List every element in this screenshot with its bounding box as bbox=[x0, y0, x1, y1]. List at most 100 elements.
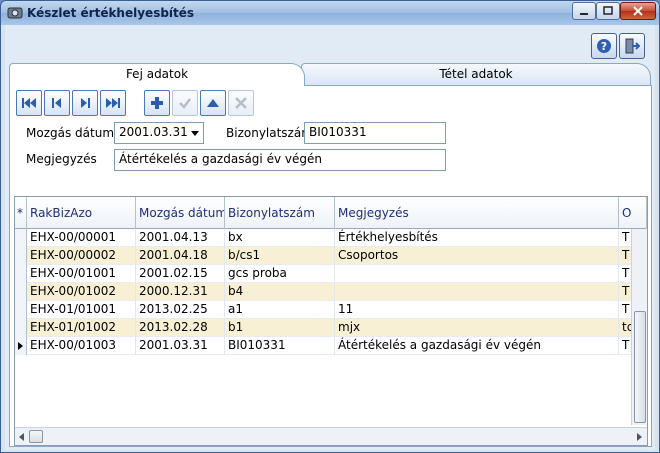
next-record-button[interactable] bbox=[72, 90, 98, 116]
column-header-rakbizazo[interactable]: RakBizAzo bbox=[27, 197, 136, 229]
client-area: ? Fej adatok Tétel adatok Mozgás dátuma … bbox=[5, 25, 655, 450]
add-icon bbox=[151, 97, 163, 109]
document-number-cell[interactable]: b4 bbox=[225, 283, 335, 301]
column-header-date[interactable]: Mozgás dátuma bbox=[136, 197, 225, 229]
scroll-left-icon[interactable] bbox=[19, 433, 24, 441]
rakbizazo-cell[interactable]: EHX-00/00001 bbox=[27, 229, 136, 247]
date-cell[interactable]: 2013.02.28 bbox=[136, 319, 225, 337]
tab-header-data[interactable]: Fej adatok bbox=[9, 63, 305, 86]
minimize-icon bbox=[580, 13, 588, 15]
horizontal-scrollbar[interactable] bbox=[15, 427, 647, 445]
first-record-button[interactable] bbox=[16, 90, 42, 116]
main-window: Készlet értékhelyesbítés ? Fej adatok Té… bbox=[0, 0, 660, 453]
table-row[interactable]: EHX-00/00002 2001.04.18 b/cs1 Csoportos T bbox=[15, 247, 635, 265]
app-icon bbox=[7, 7, 23, 19]
note-cell[interactable] bbox=[335, 283, 619, 301]
table-row[interactable]: EHX-00/01001 2001.02.15 gcs proba T bbox=[15, 265, 635, 283]
date-cell[interactable]: 2000.12.31 bbox=[136, 283, 225, 301]
note-cell[interactable]: Értékhelyesbítés bbox=[335, 229, 619, 247]
table-row[interactable]: EHX-00/01002 2000.12.31 b4 T bbox=[15, 283, 635, 301]
document-number-cell[interactable]: a1 bbox=[225, 301, 335, 319]
table-row[interactable]: EHX-00/01003 2001.03.31 BI010331 Átértékelé… bbox=[15, 337, 635, 355]
document-number-cell[interactable]: gcs proba bbox=[225, 265, 335, 283]
confirm-icon bbox=[179, 98, 191, 109]
horizontal-scroll-thumb[interactable] bbox=[29, 430, 43, 443]
note-cell[interactable]: mjx bbox=[335, 319, 619, 337]
note-cell[interactable]: Csoportos bbox=[335, 247, 619, 265]
current-row-icon bbox=[18, 342, 23, 350]
note-cell[interactable]: Átértékelés a gazdasági év végén bbox=[335, 337, 619, 355]
rakbizazo-cell[interactable]: EHX-00/00002 bbox=[27, 247, 136, 265]
rakbizazo-cell[interactable]: EHX-01/01001 bbox=[27, 301, 136, 319]
date-dropdown[interactable]: 2001.03.31 bbox=[114, 122, 204, 144]
grid-header: * RakBizAzo Mozgás dátuma Bizonylatszám … bbox=[15, 197, 647, 229]
tab-item-data[interactable]: Tétel adatok bbox=[301, 63, 651, 85]
column-header-o[interactable]: O bbox=[619, 197, 647, 229]
tab-strip: Fej adatok Tétel adatok bbox=[9, 63, 655, 86]
row-indicator[interactable] bbox=[15, 247, 27, 265]
delete-icon bbox=[235, 97, 247, 109]
last-record-button[interactable] bbox=[100, 90, 126, 116]
exit-button[interactable] bbox=[619, 33, 645, 59]
exit-door-icon bbox=[625, 38, 640, 54]
column-header-note[interactable]: Megjegyzés bbox=[335, 197, 619, 229]
scroll-right-icon[interactable] bbox=[637, 433, 642, 441]
previous-record-icon bbox=[52, 98, 61, 108]
vertical-scrollbar[interactable] bbox=[631, 229, 647, 425]
note-field[interactable]: Átértékelés a gazdasági év végén bbox=[114, 149, 446, 171]
date-cell[interactable]: 2001.04.13 bbox=[136, 229, 225, 247]
minimize-button[interactable] bbox=[572, 2, 596, 20]
date-cell[interactable]: 2001.03.31 bbox=[136, 337, 225, 355]
document-number-cell[interactable]: BI010331 bbox=[225, 337, 335, 355]
window-title: Készlet értékhelyesbítés bbox=[27, 6, 195, 20]
svg-text:?: ? bbox=[601, 40, 607, 53]
move-up-button[interactable] bbox=[200, 90, 226, 116]
delete-record-button[interactable] bbox=[228, 90, 254, 116]
note-cell[interactable]: 11 bbox=[335, 301, 619, 319]
maximize-icon bbox=[603, 6, 613, 15]
rakbizazo-cell[interactable]: EHX-00/01002 bbox=[27, 283, 136, 301]
last-record-icon bbox=[106, 98, 120, 108]
rakbizazo-cell[interactable]: EHX-01/01002 bbox=[27, 319, 136, 337]
add-record-button[interactable] bbox=[144, 90, 170, 116]
document-number-cell[interactable]: b/cs1 bbox=[225, 247, 335, 265]
indicator-column-header: * bbox=[15, 197, 27, 229]
maximize-button[interactable] bbox=[596, 2, 620, 20]
title-bar[interactable]: Készlet értékhelyesbítés bbox=[1, 1, 659, 25]
first-record-icon bbox=[22, 98, 36, 108]
help-icon: ? bbox=[597, 39, 611, 53]
document-number-field[interactable]: BI010331 bbox=[304, 122, 446, 144]
document-number-cell[interactable]: b1 bbox=[225, 319, 335, 337]
table-row[interactable]: EHX-00/00001 2001.04.13 bx Értékhelyesbítés… bbox=[15, 229, 635, 247]
document-number-cell[interactable]: bx bbox=[225, 229, 335, 247]
row-indicator[interactable] bbox=[15, 265, 27, 283]
date-cell[interactable]: 2001.04.18 bbox=[136, 247, 225, 265]
help-button[interactable]: ? bbox=[591, 33, 617, 59]
row-indicator[interactable] bbox=[15, 337, 27, 355]
note-cell[interactable] bbox=[335, 265, 619, 283]
close-icon bbox=[633, 6, 643, 16]
date-label: Mozgás dátuma bbox=[26, 126, 122, 140]
close-window-button[interactable] bbox=[620, 2, 656, 20]
date-value: 2001.03.31 bbox=[119, 125, 188, 139]
chevron-down-icon[interactable] bbox=[191, 131, 199, 136]
previous-record-button[interactable] bbox=[44, 90, 70, 116]
column-header-document-number[interactable]: Bizonylatszám bbox=[225, 197, 335, 229]
next-record-icon bbox=[81, 98, 90, 108]
rakbizazo-cell[interactable]: EHX-00/01001 bbox=[27, 265, 136, 283]
header-data-panel: Mozgás dátuma 2001.03.31 Bizonylatszám B… bbox=[9, 85, 652, 447]
row-indicator[interactable] bbox=[15, 283, 27, 301]
table-row[interactable]: EHX-01/01001 2013.02.25 a1 11 T bbox=[15, 301, 635, 319]
rakbizazo-cell[interactable]: EHX-00/01003 bbox=[27, 337, 136, 355]
records-grid: * RakBizAzo Mozgás dátuma Bizonylatszám … bbox=[14, 196, 648, 446]
row-indicator[interactable] bbox=[15, 301, 27, 319]
note-label: Megjegyzés bbox=[26, 152, 97, 166]
row-indicator[interactable] bbox=[15, 319, 27, 337]
document-number-label: Bizonylatszám bbox=[226, 126, 313, 140]
confirm-button[interactable] bbox=[172, 90, 198, 116]
date-cell[interactable]: 2001.02.15 bbox=[136, 265, 225, 283]
vertical-scroll-thumb[interactable] bbox=[634, 311, 646, 423]
row-indicator[interactable] bbox=[15, 229, 27, 247]
date-cell[interactable]: 2013.02.25 bbox=[136, 301, 225, 319]
table-row[interactable]: EHX-01/01002 2013.02.28 b1 mjx tc bbox=[15, 319, 635, 337]
